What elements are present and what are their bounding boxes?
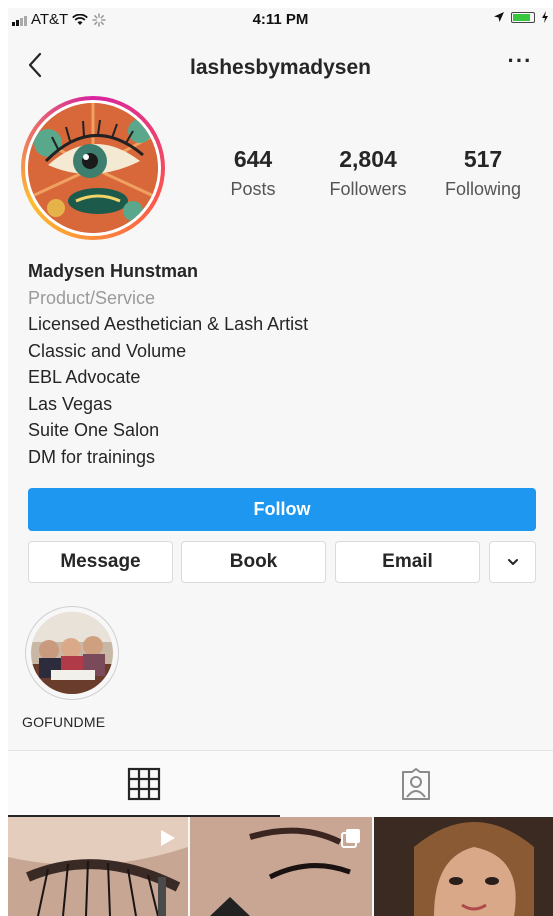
grid-post[interactable] (8, 817, 188, 916)
profile-username: lashesbymadysen (190, 56, 371, 79)
posts-count: 644 (233, 146, 273, 172)
bio-line: Suite One Salon (28, 420, 160, 441)
profile-stats: 644 Posts 2,804 Followers 517 Following (198, 146, 538, 200)
bio-line: Classic and Volume (28, 340, 187, 361)
email-button[interactable]: Email (335, 541, 480, 583)
posts-grid (8, 817, 553, 916)
chevron-down-icon (507, 559, 518, 565)
bio-line: EBL Advocate (28, 367, 141, 388)
more-horizontal-icon: ··· (507, 48, 533, 73)
grid-post[interactable] (190, 817, 372, 916)
location-arrow-icon (494, 12, 504, 22)
profile-avatar[interactable] (21, 96, 165, 240)
status-bar: AT&T 4:11 PM (8, 8, 553, 32)
suggested-accounts-button[interactable] (489, 541, 536, 583)
profile-category: Product/Service (28, 288, 156, 308)
highlight-cover-image (31, 612, 113, 694)
posts-label: Posts (230, 179, 276, 199)
profile-bio: Madysen Hunstman Product/Service License… (28, 258, 528, 471)
tab-posts-grid[interactable] (8, 751, 280, 817)
followers-stat[interactable]: 2,804 Followers (313, 146, 423, 200)
avatar-image (28, 103, 158, 233)
contact-actions-row: Message Book Email (28, 541, 536, 583)
book-button[interactable]: Book (181, 541, 326, 583)
profile-screen: AT&T 4:11 PM lashesbymadysen ··· 644 Pos… (8, 8, 553, 916)
following-label: Following (444, 179, 522, 199)
battery-icon (511, 11, 535, 23)
grid-post[interactable] (374, 817, 553, 916)
message-button[interactable]: Message (28, 541, 173, 583)
highlight-label: GOFUNDME (22, 714, 106, 730)
bio-line: Licensed Aesthetician & Lash Artist (28, 314, 309, 334)
story-highlight[interactable]: GOFUNDME (22, 606, 132, 730)
followers-count: 2,804 (339, 146, 397, 172)
more-options-button[interactable]: ··· (505, 50, 535, 80)
following-stat[interactable]: 517 Following (428, 146, 538, 200)
grid-icon (127, 767, 161, 801)
top-navigation-bar: lashesbymadysen ··· (8, 44, 553, 88)
bio-line: Las Vegas (28, 393, 113, 414)
tagged-person-icon (402, 768, 430, 800)
profile-full-name: Madysen Hunstman (28, 261, 199, 281)
follow-button[interactable]: Follow (28, 488, 536, 531)
status-time: 4:11 PM (252, 11, 309, 28)
video-icon (156, 827, 178, 854)
followers-label: Followers (329, 179, 407, 199)
charging-icon (542, 11, 548, 23)
bio-line: DM for trainings (28, 446, 156, 467)
following-count: 517 (463, 146, 503, 172)
tab-tagged[interactable] (280, 751, 552, 817)
posts-stat[interactable]: 644 Posts (198, 146, 308, 200)
profile-tabs (8, 750, 553, 817)
carousel-icon (340, 827, 362, 854)
